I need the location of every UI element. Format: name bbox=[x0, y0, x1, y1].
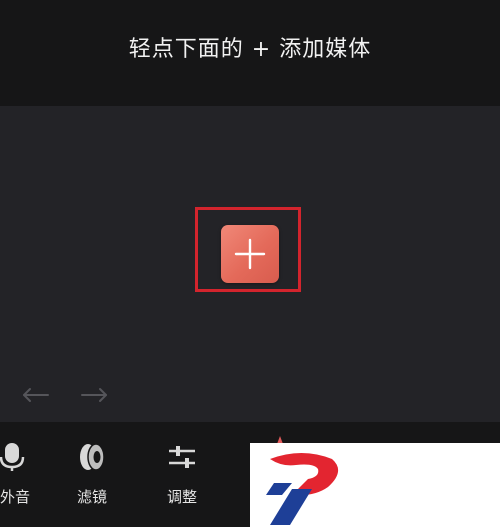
tool-filter[interactable]: 滤镜 bbox=[62, 440, 122, 516]
video-editor-screen: 轻点下面的 + 添加媒体 外音 滤镜 调整 bbox=[0, 0, 500, 527]
redo-arrow-icon[interactable] bbox=[80, 385, 108, 405]
tool-adjust-label: 调整 bbox=[166, 488, 197, 506]
add-media-button[interactable] bbox=[221, 225, 279, 283]
microphone-icon bbox=[0, 443, 25, 471]
logo-icon bbox=[266, 453, 339, 525]
add-media-hint: 轻点下面的 + 添加媒体 bbox=[128, 37, 372, 62]
watermark-overlay bbox=[250, 443, 500, 527]
tool-adjust[interactable]: 调整 bbox=[152, 440, 212, 516]
sliders-icon bbox=[169, 446, 195, 468]
preview-canvas bbox=[0, 106, 500, 422]
top-hint-banner: 轻点下面的 + 添加媒体 bbox=[0, 0, 500, 106]
tool-filter-label: 滤镜 bbox=[76, 488, 107, 506]
undo-arrow-icon[interactable] bbox=[22, 385, 50, 405]
plus-icon bbox=[234, 238, 266, 270]
tool-voiceover[interactable]: 外音 bbox=[0, 440, 42, 516]
tool-voiceover-label: 外音 bbox=[0, 488, 31, 506]
filter-icon bbox=[80, 443, 105, 471]
